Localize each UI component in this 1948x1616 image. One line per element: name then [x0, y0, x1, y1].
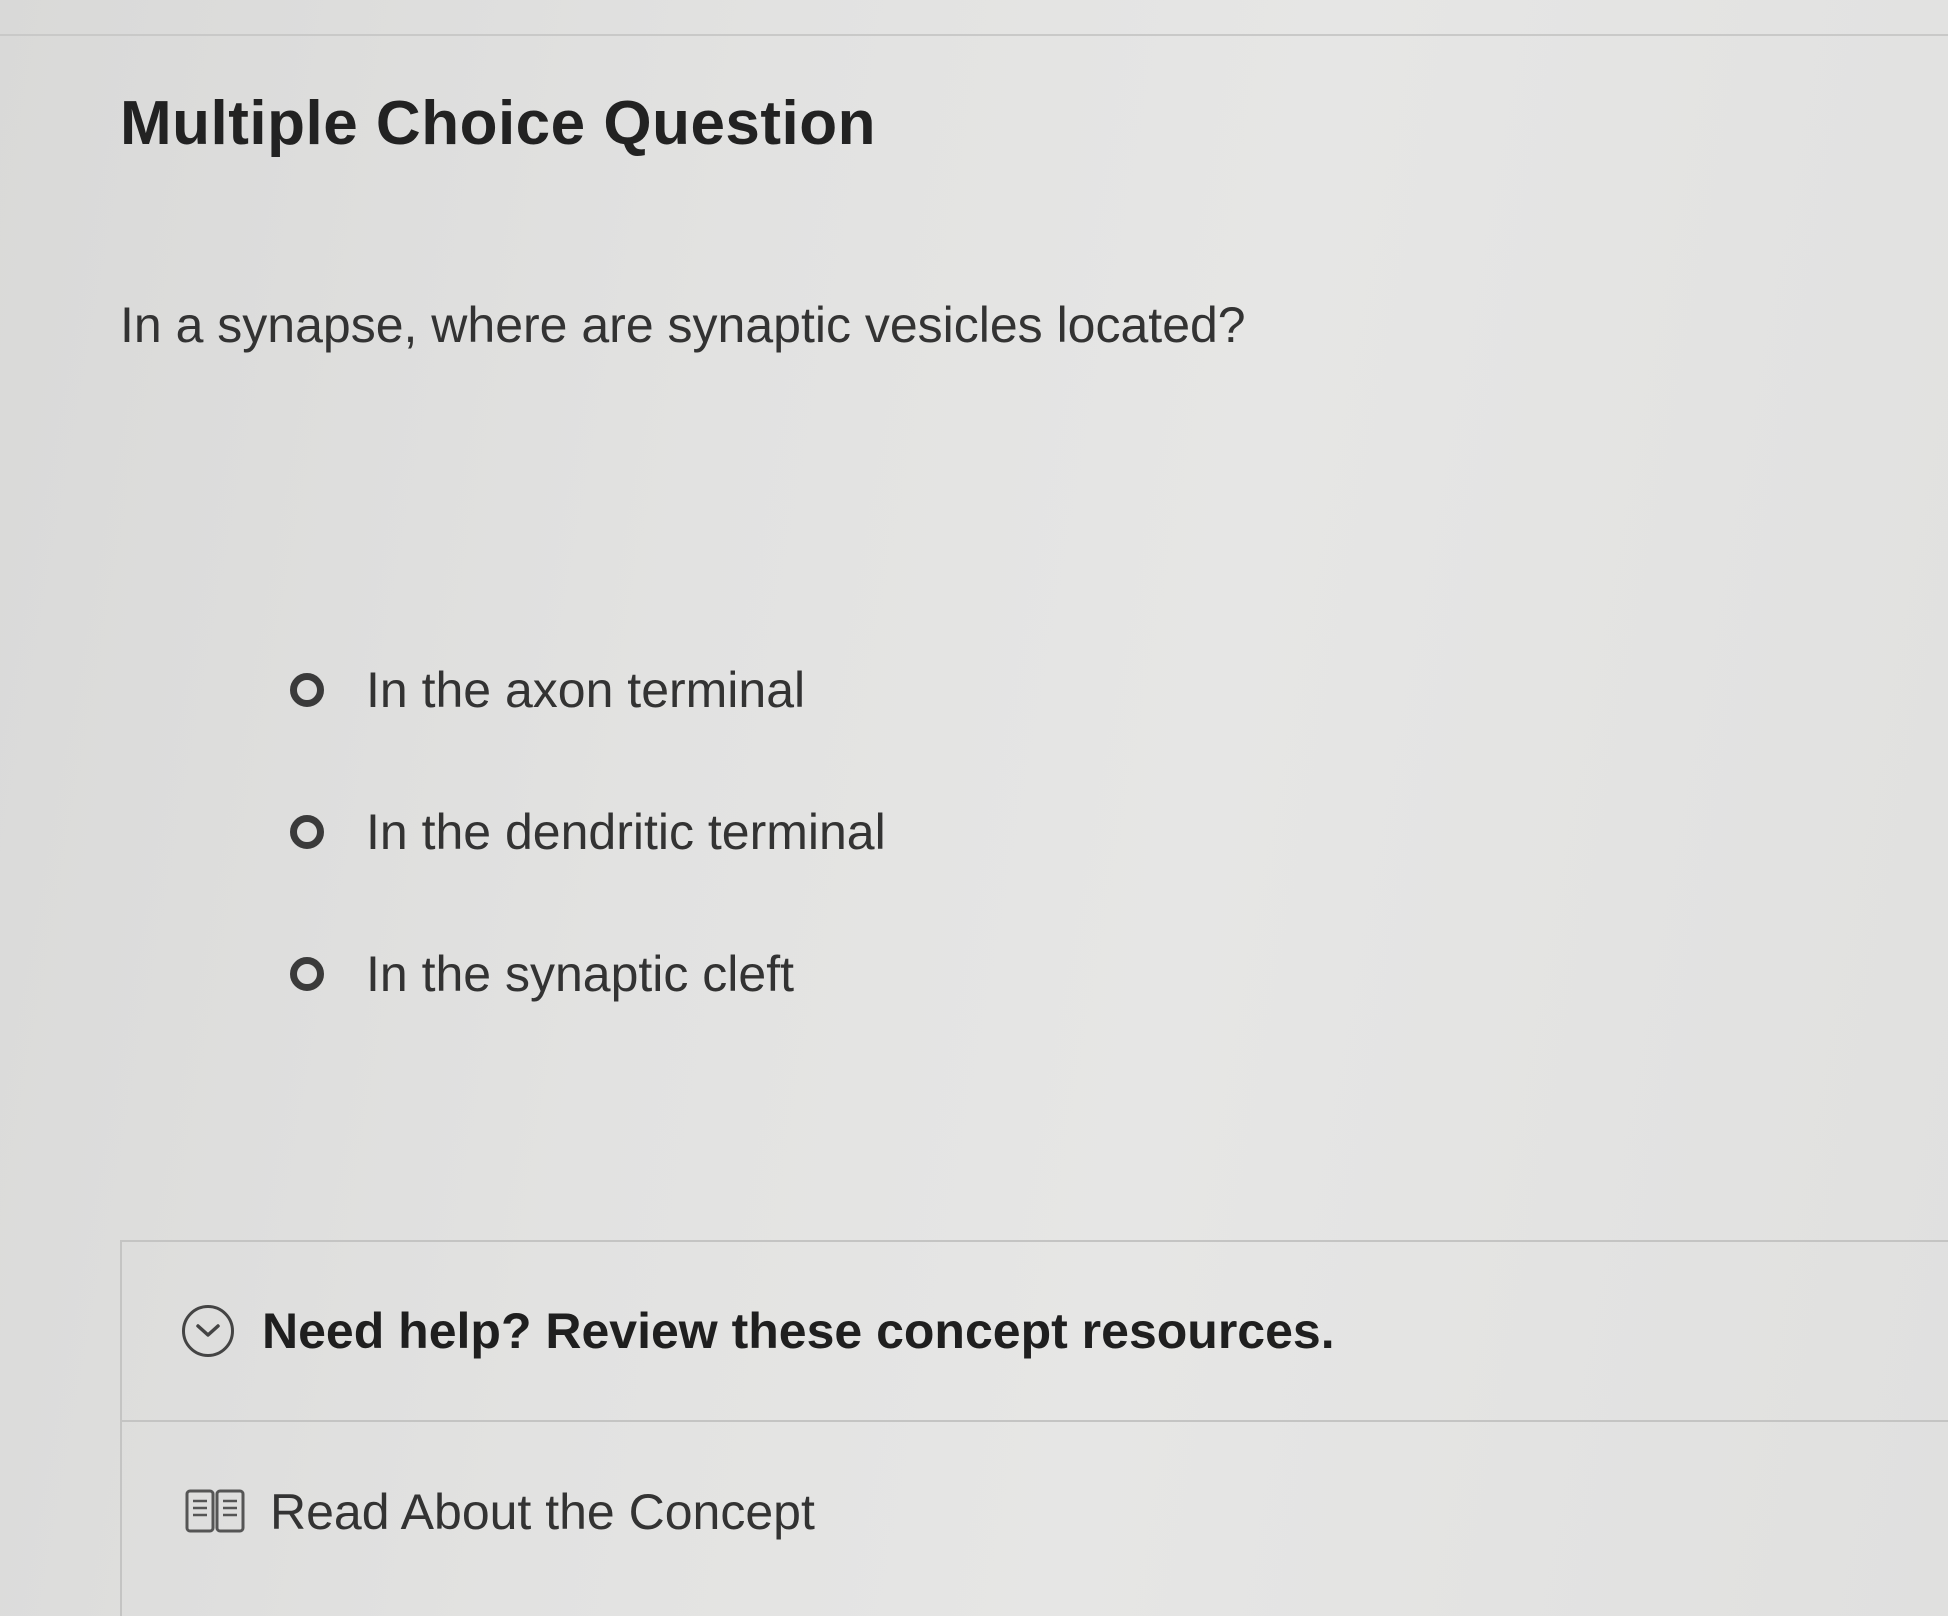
- concept-resources-title: Need help? Review these concept resource…: [262, 1303, 1335, 1359]
- radio-button[interactable]: [290, 815, 324, 849]
- concept-resources-panel: Need help? Review these concept resource…: [120, 1240, 1948, 1616]
- book-icon: [184, 1487, 246, 1537]
- question-type-title: Multiple Choice Question: [120, 89, 877, 158]
- top-divider: [0, 34, 1948, 36]
- read-about-concept-link[interactable]: Read About the Concept: [122, 1422, 815, 1602]
- radio-button[interactable]: [290, 957, 324, 991]
- answer-choices: In the axon terminal In the dendritic te…: [290, 640, 886, 1066]
- radio-button[interactable]: [290, 673, 324, 707]
- answer-option-label: In the synaptic cleft: [366, 946, 795, 1002]
- answer-option-dendritic-terminal[interactable]: In the dendritic terminal: [290, 782, 886, 882]
- chevron-down-circle-icon[interactable]: [182, 1305, 234, 1357]
- answer-option-synaptic-cleft[interactable]: In the synaptic cleft: [290, 924, 886, 1024]
- question-prompt: In a synapse, where are synaptic vesicle…: [120, 297, 1246, 353]
- concept-resources-toggle[interactable]: Need help? Review these concept resource…: [122, 1242, 1948, 1422]
- answer-option-axon-terminal[interactable]: In the axon terminal: [290, 640, 886, 740]
- answer-option-label: In the dendritic terminal: [366, 804, 886, 860]
- read-about-concept-label: Read About the Concept: [270, 1484, 815, 1540]
- answer-option-label: In the axon terminal: [366, 662, 806, 718]
